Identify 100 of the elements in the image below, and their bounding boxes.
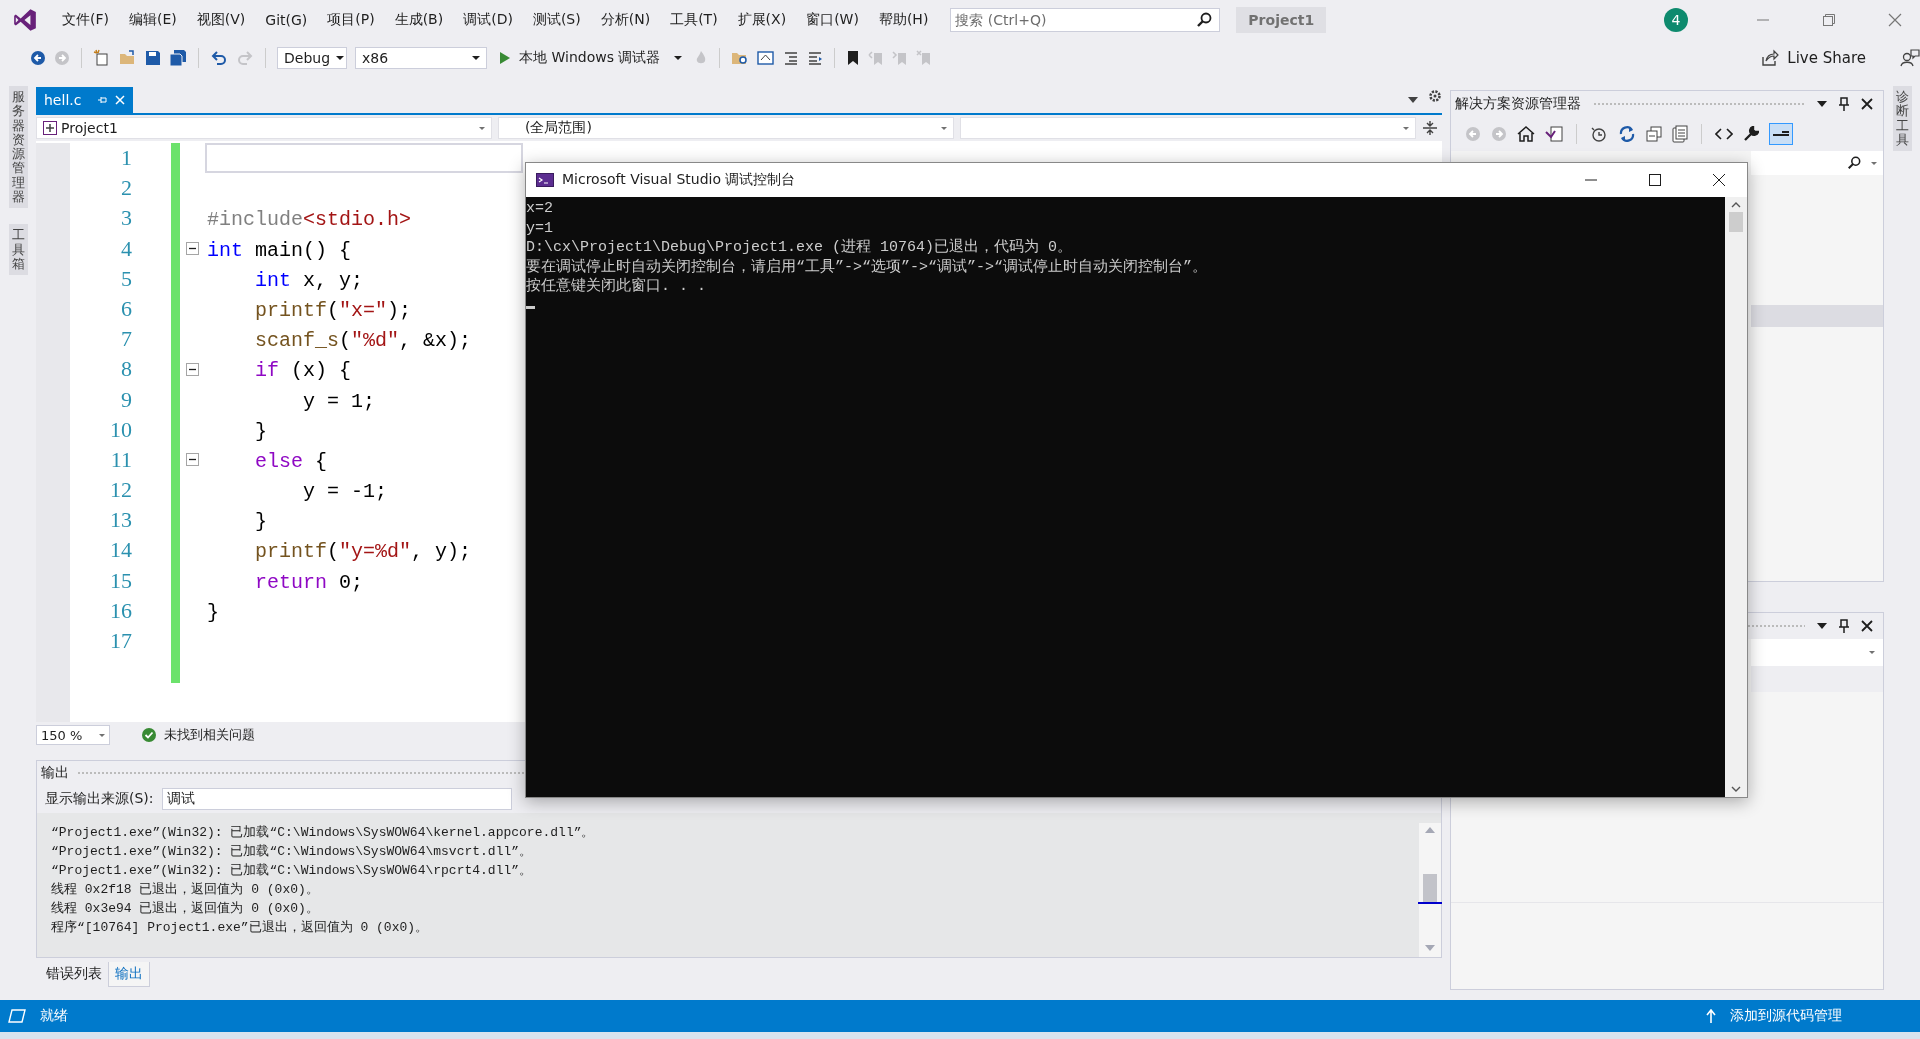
line-number: 16 <box>109 596 132 625</box>
arrow-up-icon[interactable] <box>1706 1009 1716 1023</box>
find-folder-icon[interactable] <box>731 50 750 66</box>
check-icon <box>142 728 156 742</box>
solution-icon[interactable] <box>1545 126 1563 142</box>
scrollbar[interactable] <box>1725 197 1747 797</box>
issues-status[interactable]: 未找到相关问题 <box>164 726 255 744</box>
code-line: scanf_s("%d", &x); <box>254 329 472 353</box>
share-icon <box>1761 49 1780 67</box>
close-icon[interactable] <box>1861 620 1873 632</box>
maximize-icon[interactable] <box>1649 174 1661 186</box>
new-project-icon[interactable] <box>93 49 111 67</box>
code-line: printf("y=%d", y); <box>254 540 472 564</box>
menu-item[interactable]: 调试(D) <box>453 11 523 29</box>
code-line: return 0; <box>254 570 364 594</box>
scroll-up-icon[interactable] <box>1731 201 1741 208</box>
menu-item[interactable]: 工具(T) <box>660 11 728 29</box>
preview-icon[interactable] <box>1769 123 1793 145</box>
line-number: 8 <box>120 355 132 384</box>
dropdown-icon[interactable] <box>1817 623 1827 629</box>
menu-item[interactable]: 测试(S) <box>522 11 591 29</box>
scroll-thumb[interactable] <box>1729 212 1743 232</box>
side-tool-tab[interactable]: 工具箱 <box>8 224 28 276</box>
live-share-button[interactable]: Live Share <box>1755 48 1872 68</box>
menu-item[interactable]: 文件(F) <box>52 11 119 29</box>
search-field[interactable]: 搜索 (Ctrl+Q) <box>950 8 1221 32</box>
collapse-icon[interactable] <box>186 362 199 376</box>
line-number: 9 <box>120 385 132 414</box>
collapse-all-icon[interactable] <box>1646 126 1662 142</box>
window-icon[interactable] <box>757 50 776 66</box>
panel-tab[interactable]: 输出 <box>108 961 150 987</box>
source-control-button[interactable]: 添加到源代码管理 <box>1730 1007 1842 1025</box>
side-tool-tab[interactable]: 诊断工具 <box>1892 86 1912 152</box>
code-line: #include<stdio.h> <box>207 208 412 232</box>
code-line: printf("x="); <box>254 298 412 322</box>
menu-item[interactable]: 分析(N) <box>590 11 661 29</box>
line-number: 5 <box>120 264 132 293</box>
platform-dropdown[interactable]: x86 <box>355 47 487 69</box>
dropdown-icon[interactable] <box>1817 101 1827 107</box>
save-all-icon[interactable] <box>169 49 187 67</box>
open-folder-icon[interactable] <box>119 50 137 66</box>
menu-item[interactable]: 项目(P) <box>317 11 385 29</box>
code-line: int x, y; <box>254 268 364 292</box>
zoom-dropdown[interactable]: 150 % <box>36 725 110 745</box>
menu-item[interactable]: Git(G) <box>255 12 318 28</box>
configuration-dropdown[interactable]: Debug <box>277 47 347 69</box>
copy-icon[interactable] <box>1672 125 1688 143</box>
text-cursor <box>526 305 535 309</box>
output-source-dropdown[interactable]: 调试 <box>161 788 512 810</box>
indent-icon[interactable] <box>783 50 800 66</box>
collapse-icon[interactable] <box>186 453 199 467</box>
close-icon[interactable] <box>1713 174 1725 186</box>
pin-icon[interactable] <box>1839 97 1849 111</box>
menu-item[interactable]: 窗口(W) <box>796 11 869 29</box>
split-icon[interactable] <box>1422 120 1438 136</box>
line-number: 17 <box>109 627 132 655</box>
code-line: } <box>254 510 267 534</box>
history-icon[interactable] <box>1590 126 1608 142</box>
close-icon[interactable] <box>1861 98 1873 110</box>
home-icon[interactable] <box>1517 126 1535 142</box>
logo-icon <box>12 7 38 33</box>
side-tool-tab[interactable]: 服务器资源管理器 <box>8 86 28 209</box>
search-icon <box>1847 156 1861 170</box>
undo-icon[interactable] <box>210 50 228 66</box>
project-dropdown[interactable]: Project1 <box>36 117 492 139</box>
pin-icon[interactable] <box>1839 619 1849 633</box>
wrench-icon[interactable] <box>1743 126 1759 142</box>
notification-badge[interactable]: 4 <box>1664 8 1688 32</box>
menu-item[interactable]: 帮助(H) <box>868 11 939 29</box>
line-number: 12 <box>109 476 132 505</box>
restore-icon[interactable] <box>1822 13 1836 27</box>
scope-dropdown[interactable]: (全局范围) <box>498 117 954 139</box>
scroll-down-icon[interactable] <box>1731 786 1741 793</box>
panel-tab[interactable]: 错误列表 <box>40 962 108 986</box>
line-number: 7 <box>120 325 132 354</box>
code-line: if (x) { <box>254 359 352 383</box>
settings-icon[interactable] <box>1428 89 1442 103</box>
run-button[interactable]: 本地 Windows 调试器 <box>495 49 687 67</box>
back-icon[interactable] <box>30 50 46 66</box>
line-number: 15 <box>109 566 132 595</box>
save-icon[interactable] <box>145 50 161 66</box>
outdent-icon[interactable] <box>807 50 824 66</box>
menu-item[interactable]: 视图(V) <box>186 11 256 29</box>
code-line: else { <box>254 449 328 473</box>
code-icon[interactable] <box>1715 127 1733 141</box>
search-field[interactable] <box>1751 151 1883 175</box>
sync-icon[interactable] <box>1618 125 1636 143</box>
output-line: 线程 0x3e94 已退出，返回值为 0 (0x0)。 <box>51 900 320 918</box>
project-badge: Project1 <box>1236 7 1327 33</box>
dropdown-icon[interactable] <box>1408 97 1418 103</box>
menu-item[interactable]: 编辑(E) <box>119 11 187 29</box>
scroll-thumb[interactable] <box>1418 874 1442 904</box>
bookmark-icon[interactable] <box>846 50 861 66</box>
menu-item[interactable]: 生成(B) <box>384 11 454 29</box>
line-number: 2 <box>120 174 132 203</box>
output-source-label: 显示输出来源(S): <box>45 790 154 808</box>
feedback-icon[interactable] <box>1900 48 1920 68</box>
scrollbar[interactable] <box>1419 823 1441 957</box>
collapse-icon[interactable] <box>186 242 199 256</box>
menu-item[interactable]: 扩展(X) <box>727 11 797 29</box>
